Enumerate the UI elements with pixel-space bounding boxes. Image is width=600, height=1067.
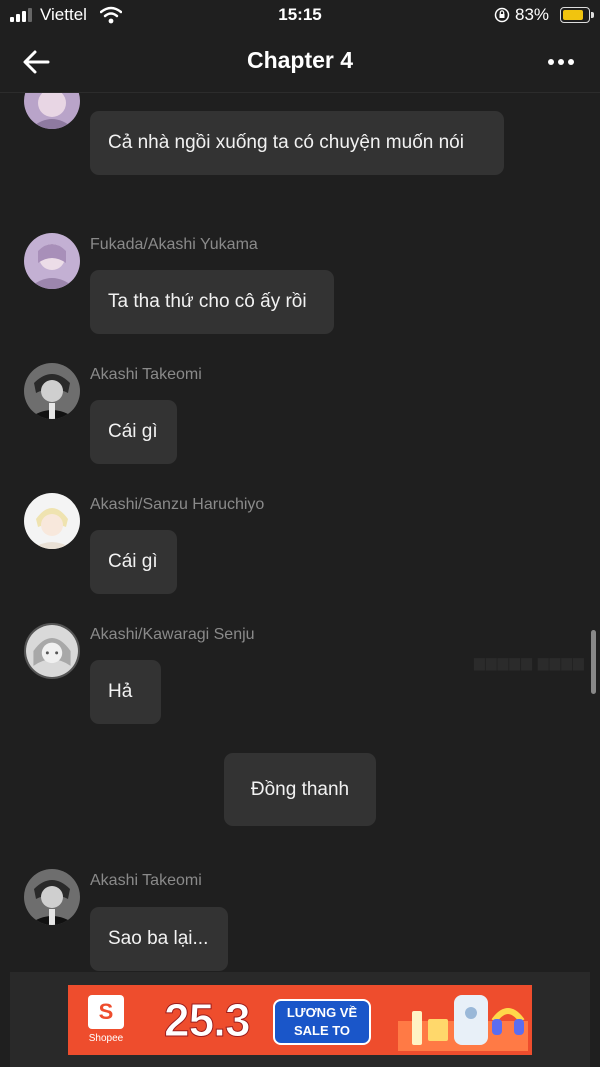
ad-badge-line1: LƯƠNG VỀ (286, 1005, 358, 1020)
ad-products-image (398, 995, 528, 1051)
sender-name: Akashi/Kawaragi Senju (90, 626, 255, 643)
sender-name: Akashi Takeomi (90, 366, 202, 383)
avatar[interactable] (24, 363, 80, 419)
chat-message: Fukada/Akashi Yukama Ta tha thứ cho cô ấ… (0, 233, 600, 334)
avatar[interactable] (24, 233, 80, 289)
ad-brand: Shopee (88, 1033, 124, 1044)
more-icon[interactable] (540, 48, 580, 76)
sender-name: Akashi/Sanzu Haruchiyo (90, 496, 265, 513)
battery-icon (560, 7, 594, 23)
chat-message: Đồng thanh (0, 753, 600, 827)
ad-badge: LƯƠNG VỀ SALE TO (273, 999, 371, 1045)
chat-message: Akashi/Kawaragi Senju Hả (0, 623, 600, 724)
message-bubble: Cái gì (90, 400, 177, 464)
ad-banner[interactable]: S Shopee 25.3 LƯƠNG VỀ SALE TO (68, 985, 532, 1055)
page-title: Chapter 4 (246, 47, 354, 73)
narration-bubble: Đồng thanh (224, 753, 376, 826)
ad-badge-line2: SALE TO (293, 1023, 351, 1038)
message-bubble: Sao ba lại... (90, 907, 228, 971)
nav-bar: Chapter 4 (0, 32, 600, 93)
avatar[interactable] (24, 869, 80, 925)
avatar[interactable] (24, 623, 80, 679)
chat-message: Akashi Takeomi Cái gì (0, 363, 600, 464)
chat-thread[interactable]: Cả nhà ngồi xuống ta có chuyện muốn nói … (0, 93, 600, 973)
chat-message: Akashi Takeomi Sao ba lại... (0, 869, 600, 971)
message-bubble: Cái gì (90, 530, 177, 594)
sender-name: Akashi Takeomi (90, 872, 202, 889)
scrollbar[interactable] (591, 630, 596, 694)
watermark: ▆▆▆▆▆ ▆▆▆▆ (474, 654, 585, 670)
message-bubble: Cả nhà ngồi xuống ta có chuyện muốn nói (90, 111, 504, 175)
status-bar: Viettel 15:15 83% (0, 0, 600, 32)
avatar[interactable] (24, 93, 80, 129)
battery-percentage: 83% (515, 5, 550, 24)
clock: 15:15 (278, 5, 322, 24)
chat-message: Akashi/Sanzu Haruchiyo Cái gì (0, 493, 600, 594)
sender-name: Fukada/Akashi Yukama (90, 236, 258, 253)
orientation-lock-icon (494, 7, 510, 23)
ad-brand-letter: S (98, 999, 114, 1024)
avatar[interactable] (24, 493, 80, 549)
ad-headline: 25.3 (164, 994, 252, 1047)
message-bubble: Hả (90, 660, 161, 724)
message-bubble: Ta tha thứ cho cô ấy rồi (90, 270, 334, 334)
chat-message: Cả nhà ngồi xuống ta có chuyện muốn nói (0, 93, 600, 183)
